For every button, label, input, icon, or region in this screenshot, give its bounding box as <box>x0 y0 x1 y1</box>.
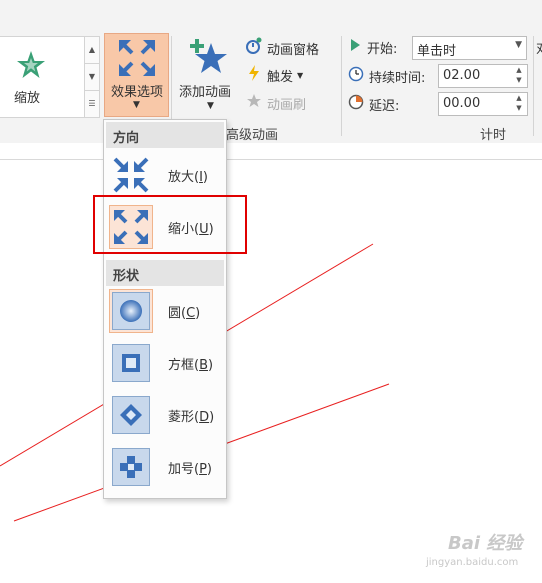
slide-lines <box>0 243 390 522</box>
menu-item-label: 方框(B) <box>168 358 214 373</box>
menu-item-label: 加号(P) <box>168 462 212 477</box>
circle-shape-icon <box>109 289 153 333</box>
direction-header: 方向 <box>106 122 224 148</box>
menu-item-label: 菱形(D) <box>168 410 215 425</box>
menu-item-label: 放大(I) <box>168 170 208 185</box>
watermark-logo: Bai 经验 <box>448 533 523 554</box>
menu-item-circle[interactable]: 圆(C) <box>106 286 224 336</box>
diamond-shape-icon <box>109 393 153 437</box>
baidu-watermark: Bai 经验 jingyan.baidu.com <box>418 525 538 575</box>
arrows-in-icon <box>109 153 153 197</box>
menu-item-plus[interactable]: 加号(P) <box>106 442 224 492</box>
menu-item-zoom-in[interactable]: 放大(I) <box>106 150 224 200</box>
watermark-site: jingyan.baidu.com <box>426 557 519 568</box>
effect-options-menu: 方向 放大(I) 缩小(U) 形状 圆(C) 方框(B) 菱形(D) 加号(P) <box>103 119 227 499</box>
menu-item-label: 圆(C) <box>168 306 201 321</box>
menu-item-box[interactable]: 方框(B) <box>106 338 224 388</box>
direction-header-text: 方向 <box>113 131 140 146</box>
shape-header-text: 形状 <box>113 269 140 284</box>
shape-header: 形状 <box>106 260 224 286</box>
plus-shape-icon <box>109 445 153 489</box>
menu-item-diamond[interactable]: 菱形(D) <box>106 390 224 440</box>
highlight-box <box>93 195 247 254</box>
box-shape-icon <box>109 341 153 385</box>
